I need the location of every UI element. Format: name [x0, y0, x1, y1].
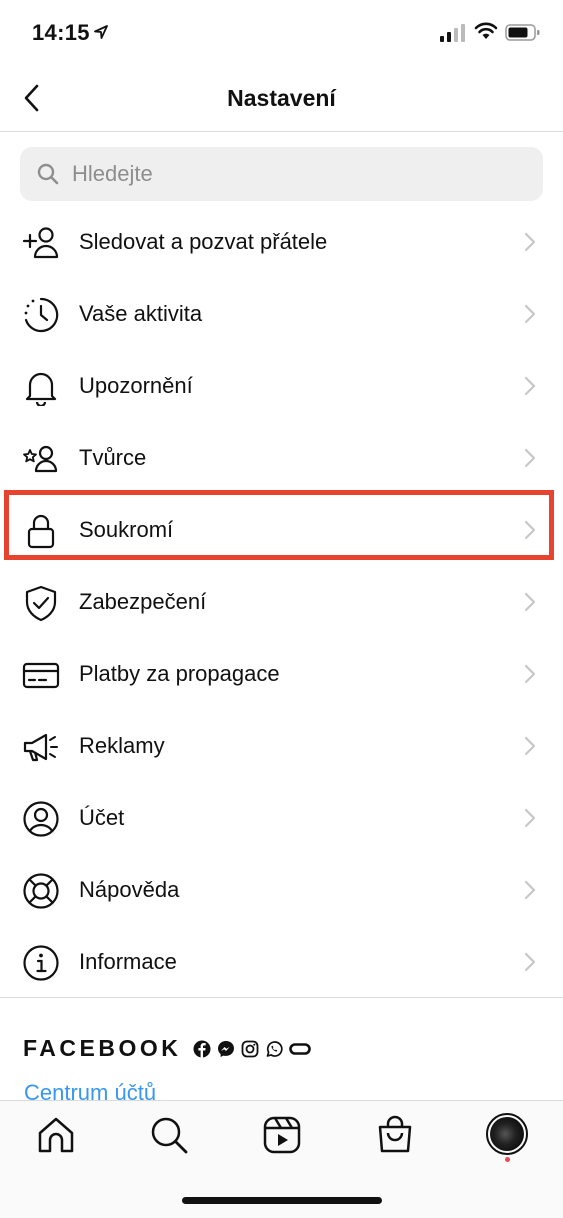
nav-header: Nastavení: [0, 66, 563, 132]
lifebuoy-icon: [23, 873, 59, 909]
search-tab[interactable]: [149, 1115, 189, 1155]
facebook-icon: [193, 1040, 211, 1057]
menu-item-label: Vaše aktivita: [79, 301, 203, 326]
notification-dot: [505, 1157, 510, 1162]
reels-icon: [263, 1116, 301, 1154]
reels-tab[interactable]: [262, 1115, 302, 1155]
chevron-right-icon: [524, 304, 536, 324]
creator-icon: [23, 445, 58, 473]
location-arrow-icon: [94, 25, 108, 39]
menu-item-notifications[interactable]: Upozornění: [0, 350, 563, 422]
megaphone-icon: [23, 733, 58, 762]
shop-tab[interactable]: [375, 1115, 415, 1155]
chevron-right-icon: [524, 880, 536, 900]
facebook-app-icons: [193, 1040, 312, 1058]
chevron-right-icon: [524, 664, 536, 684]
menu-item-label: Reklamy: [79, 733, 165, 758]
chevron-right-icon: [524, 448, 536, 468]
chevron-right-icon: [524, 592, 536, 612]
menu-item-activity[interactable]: Vaše aktivita: [0, 278, 563, 350]
credit-card-icon: [22, 662, 60, 689]
shopping-bag-icon: [378, 1115, 412, 1153]
menu-item-label: Zabezpečení: [79, 589, 207, 614]
settings-menu: Sledovat a pozvat přátele Vaše aktivita …: [0, 206, 563, 998]
home-indicator: [182, 1197, 382, 1204]
menu-item-about[interactable]: Informace: [0, 926, 563, 998]
wifi-icon: [474, 22, 498, 39]
page-title: Nastavení: [227, 85, 336, 111]
instagram-icon: [241, 1040, 259, 1057]
home-tab[interactable]: [36, 1115, 76, 1155]
whatsapp-icon: [266, 1040, 283, 1057]
menu-item-label: Nápověda: [79, 877, 180, 902]
menu-item-account[interactable]: Účet: [0, 782, 563, 854]
messenger-icon: [218, 1040, 235, 1057]
menu-item-label: Upozornění: [79, 373, 193, 398]
menu-item-security[interactable]: Zabezpečení: [0, 566, 563, 638]
search-box[interactable]: [20, 147, 543, 201]
search-input[interactable]: [72, 161, 492, 187]
menu-item-payments[interactable]: Platby za propagace: [0, 638, 563, 710]
activity-clock-icon: [24, 297, 59, 333]
status-time: 14:15: [32, 20, 90, 45]
account-circle-icon: [23, 801, 59, 837]
menu-item-help[interactable]: Nápověda: [0, 854, 563, 926]
facebook-brand: FACEBOOK: [23, 1035, 312, 1062]
chevron-right-icon: [524, 808, 536, 828]
menu-item-label: Účet: [79, 805, 125, 830]
shield-check-icon: [25, 585, 57, 622]
menu-item-label: Informace: [79, 949, 177, 974]
bell-icon: [25, 372, 57, 406]
info-icon: [23, 945, 59, 981]
chevron-right-icon: [524, 952, 536, 972]
menu-item-label: Sledovat a pozvat přátele: [79, 229, 328, 254]
menu-item-label: Platby za propagace: [79, 661, 280, 686]
highlight-box: [4, 490, 554, 560]
oculus-icon: [289, 1042, 312, 1055]
menu-item-creator[interactable]: Tvůrce: [0, 422, 563, 494]
cellular-signal-icon: [440, 24, 465, 42]
add-person-icon: [22, 227, 59, 259]
avatar: [490, 1117, 524, 1151]
battery-icon: [505, 24, 540, 41]
section-divider: [0, 997, 563, 998]
chevron-right-icon: [524, 232, 536, 252]
menu-item-ads[interactable]: Reklamy: [0, 710, 563, 782]
search-icon: [151, 1117, 188, 1154]
profile-tab[interactable]: [486, 1113, 528, 1155]
chevron-right-icon: [524, 736, 536, 756]
menu-item-label: Tvůrce: [79, 445, 147, 470]
chevron-right-icon: [524, 376, 536, 396]
search-icon: [37, 163, 59, 185]
home-icon: [38, 1117, 74, 1153]
menu-item-follow-invite[interactable]: Sledovat a pozvat přátele: [0, 206, 563, 278]
status-bar: 14:15: [0, 0, 563, 66]
facebook-wordmark: FACEBOOK: [23, 1035, 182, 1061]
